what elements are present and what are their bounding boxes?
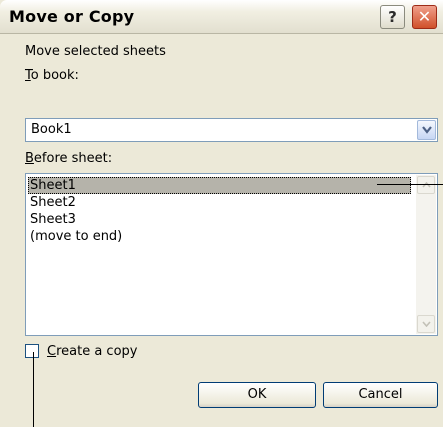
dialog-title: Move or Copy [9, 7, 135, 26]
before-sheet-listbox[interactable]: Sheet1 Sheet2 Sheet3 (move to end) [25, 173, 438, 336]
list-item-sheet1[interactable]: Sheet1 [28, 177, 411, 194]
move-or-copy-dialog: Move or Copy ? ✕ Move selected sheets To… [0, 0, 443, 427]
help-icon[interactable]: ? [380, 5, 405, 29]
list-item-sheet3[interactable]: Sheet3 [28, 211, 411, 228]
scroll-down-arrow-icon[interactable] [417, 315, 435, 333]
description-text: Move selected sheets [25, 44, 166, 59]
list-item-move-to-end[interactable]: (move to end) [28, 228, 411, 245]
to-book-dropdown[interactable]: Book1 [25, 118, 438, 142]
to-book-value: Book1 [31, 122, 72, 137]
to-book-label: To book: [25, 68, 79, 83]
create-copy-label[interactable]: Create a copy [47, 344, 137, 359]
title-bar[interactable]: Move or Copy ? ✕ [0, 0, 443, 34]
chevron-down-icon[interactable] [417, 120, 436, 140]
callout-line-listbox [377, 184, 443, 185]
ok-button[interactable]: OK [198, 382, 316, 408]
close-icon[interactable]: ✕ [412, 5, 437, 29]
create-copy-checkbox[interactable] [25, 344, 39, 358]
cancel-button[interactable]: Cancel [323, 382, 438, 408]
callout-line-checkbox [33, 352, 34, 427]
scroll-up-arrow-icon[interactable] [417, 176, 435, 194]
list-item-sheet2[interactable]: Sheet2 [28, 194, 411, 211]
listbox-scrollbar[interactable] [416, 175, 436, 334]
before-sheet-label: Before sheet: [25, 151, 113, 166]
